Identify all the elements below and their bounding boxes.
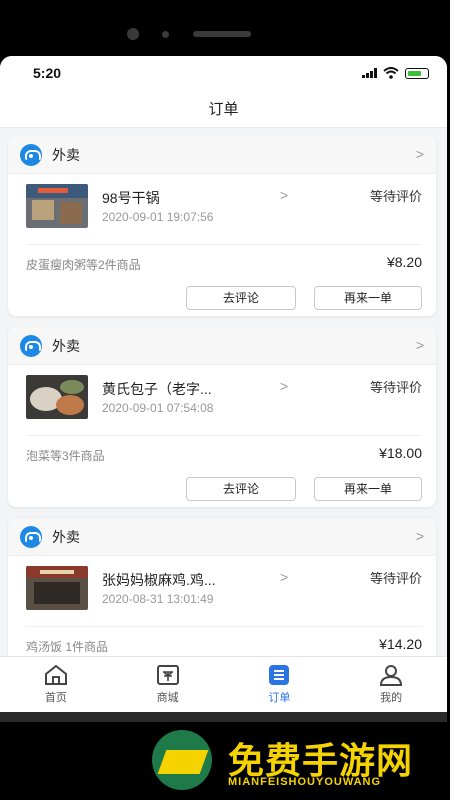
goods-summary: 鸡汤饭 1件商品 (26, 640, 109, 654)
tab-profile[interactable]: 我的 (335, 657, 447, 712)
order-status: 等待评价 (369, 571, 422, 586)
chevron-right-icon: > (280, 378, 289, 394)
mall-icon (156, 665, 179, 685)
order-status: 等待评价 (369, 189, 422, 204)
order-type-label: 外卖 (52, 528, 80, 545)
tab-label: 商城 (156, 692, 179, 704)
battery-icon (405, 67, 429, 79)
watermark-subtitle: MIANFEISHOUYOUWANG (228, 776, 382, 788)
store-name: 黄氏包子（老字... (102, 381, 212, 397)
takeout-brand-icon (20, 525, 42, 548)
order-card[interactable]: 外卖 > 张妈妈椒麻鸡.鸡... > 2020-08-31 13:01:49 等… (8, 518, 436, 656)
store-row[interactable]: 张妈妈椒麻鸡.鸡... > 2020-08-31 13:01:49 等待评价 (8, 556, 436, 624)
chevron-right-icon: > (280, 187, 289, 203)
profile-icon (380, 665, 403, 686)
wifi-icon (383, 67, 399, 79)
app-screen: 5:20 订单 外卖 > 98号干锅 > 2020-09-01 19:07:56… (0, 56, 447, 712)
phone-top-bezel (0, 0, 450, 58)
order-list[interactable]: 外卖 > 98号干锅 > 2020-09-01 19:07:56 等待评价 皮蛋… (0, 128, 447, 656)
chevron-right-icon: > (415, 146, 424, 162)
bottom-tab-bar: 首页 商城 订单 我的 (0, 656, 447, 712)
store-row[interactable]: 98号干锅 > 2020-09-01 19:07:56 等待评价 (8, 174, 436, 242)
status-bar: 5:20 (0, 56, 447, 92)
review-button[interactable]: 去评论 (186, 477, 296, 501)
reorder-button[interactable]: 再来一单 (314, 477, 422, 501)
store-thumbnail (26, 566, 88, 610)
store-thumbnail (26, 184, 88, 228)
reorder-button[interactable]: 再来一单 (314, 286, 422, 310)
order-status: 等待评价 (369, 380, 422, 395)
home-icon (44, 664, 67, 685)
goods-summary: 皮蛋瘦肉粥等2件商品 (26, 258, 141, 272)
divider (26, 435, 422, 436)
tab-label: 我的 (380, 692, 403, 704)
goods-summary: 泡菜等3件商品 (26, 449, 105, 463)
tab-label: 首页 (44, 692, 67, 704)
tab-home[interactable]: 首页 (0, 657, 112, 712)
order-card-header[interactable]: 外卖 > (8, 136, 436, 174)
order-date: 2020-08-31 13:01:49 (102, 592, 214, 606)
page-title: 订单 (0, 92, 447, 128)
order-card[interactable]: 外卖 > 黄氏包子（老字... > 2020-09-01 07:54:08 等待… (8, 327, 436, 507)
divider (26, 626, 422, 627)
camera-dot (127, 28, 139, 40)
order-date: 2020-09-01 19:07:56 (102, 210, 214, 224)
review-button[interactable]: 去评论 (186, 286, 296, 310)
takeout-brand-icon (20, 334, 42, 357)
order-type-label: 外卖 (52, 146, 80, 163)
takeout-brand-icon (20, 143, 42, 166)
order-price: ¥18.00 (379, 445, 422, 461)
signal-icon (362, 68, 377, 78)
order-card-header[interactable]: 外卖 > (8, 327, 436, 365)
phone-frame: 5:20 订单 外卖 > 98号干锅 > 2020-09-01 19:07:56… (0, 0, 450, 800)
orders-icon (269, 665, 290, 685)
order-date: 2020-09-01 07:54:08 (102, 401, 214, 415)
store-name: 98号干锅 (102, 190, 160, 206)
divider (26, 244, 422, 245)
order-card[interactable]: 外卖 > 98号干锅 > 2020-09-01 19:07:56 等待评价 皮蛋… (8, 136, 436, 316)
tab-mall[interactable]: 商城 (112, 657, 224, 712)
sensor-dot (162, 31, 169, 38)
chevron-right-icon: > (280, 569, 289, 585)
order-card-header[interactable]: 外卖 > (8, 518, 436, 556)
store-row[interactable]: 黄氏包子（老字... > 2020-09-01 07:54:08 等待评价 (8, 365, 436, 433)
store-thumbnail (26, 375, 88, 419)
status-time: 5:20 (33, 65, 62, 81)
watermark-logo-icon (152, 730, 212, 790)
status-icons (362, 67, 429, 79)
tab-label: 订单 (268, 692, 291, 704)
order-price: ¥8.20 (386, 254, 422, 270)
bezel-strip (0, 712, 447, 722)
order-price: ¥14.20 (379, 636, 422, 652)
speaker-bar (193, 31, 251, 37)
store-name: 张妈妈椒麻鸡.鸡... (102, 572, 216, 588)
chevron-right-icon: > (415, 528, 424, 544)
tab-orders[interactable]: 订单 (224, 657, 336, 712)
order-type-label: 外卖 (52, 337, 80, 354)
chevron-right-icon: > (415, 337, 424, 353)
